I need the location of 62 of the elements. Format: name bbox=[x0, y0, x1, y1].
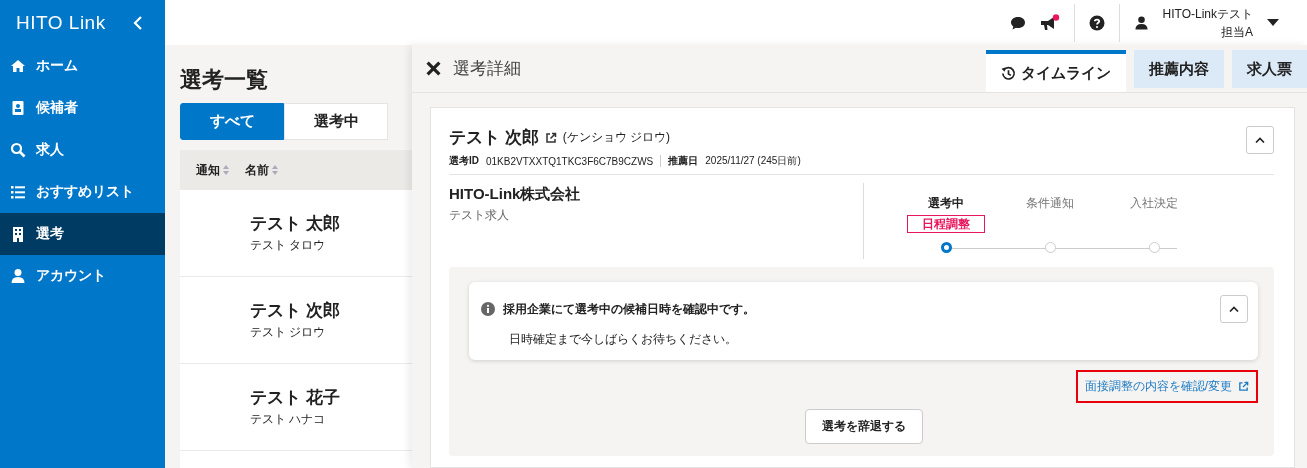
interview-link[interactable]: 面接調整の内容を確認/変更 bbox=[1075, 370, 1258, 403]
nav-item[interactable]: 求人 bbox=[0, 129, 165, 171]
logo: HITO Link bbox=[16, 11, 106, 34]
candidate-kana: テスト ジロウ bbox=[250, 324, 327, 341]
chevron-up-icon bbox=[1255, 137, 1265, 143]
candidate-name: テスト 花子 bbox=[250, 387, 341, 409]
step-label: 条件通知 bbox=[1026, 195, 1074, 212]
close-icon[interactable] bbox=[426, 61, 441, 76]
search-icon bbox=[10, 142, 26, 158]
step-label: 入社決定 bbox=[1130, 195, 1178, 212]
chat-bubble-icon[interactable] bbox=[1009, 14, 1026, 31]
company-name: HITO-Link株式会社 bbox=[449, 185, 582, 204]
panel-title: 選考一覧 bbox=[180, 66, 269, 94]
nav-item[interactable]: おすすめリスト bbox=[0, 171, 165, 213]
detail-tab[interactable]: 求人票 bbox=[1232, 50, 1307, 88]
nav-item[interactable]: 選考 bbox=[0, 213, 165, 255]
list-icon bbox=[10, 184, 26, 200]
date-label: 推薦日 bbox=[668, 154, 699, 168]
help-icon[interactable] bbox=[1088, 14, 1105, 31]
person-icon bbox=[10, 268, 26, 284]
candidate-name: テスト 次郎 bbox=[449, 127, 539, 149]
history-icon bbox=[1001, 65, 1016, 81]
job-title: テスト求人 bbox=[449, 207, 510, 224]
column-header[interactable]: 通知 bbox=[196, 161, 220, 179]
dropdown-caret-icon[interactable] bbox=[1267, 18, 1279, 27]
collapse-chevron-icon[interactable] bbox=[133, 15, 143, 30]
candidate-kana: テスト タロウ bbox=[250, 237, 327, 254]
candidate-name: テスト 太郎 bbox=[250, 213, 341, 235]
detail-tab[interactable]: 推薦内容 bbox=[1134, 50, 1224, 88]
chevron-up-icon bbox=[1229, 306, 1239, 312]
nav-item[interactable]: ホーム bbox=[0, 45, 165, 87]
user-name: HITO-Linkテスト bbox=[1162, 5, 1253, 23]
candidate-kana: (ケンショウ ジロウ) bbox=[562, 129, 671, 146]
external-link-icon bbox=[1238, 381, 1249, 392]
step-label: 選考中 bbox=[928, 195, 964, 212]
panel-title: 選考詳細 bbox=[453, 58, 521, 80]
nav-item[interactable]: 候補者 bbox=[0, 87, 165, 129]
building-icon bbox=[10, 226, 26, 242]
notice-title: 採用企業にて選考中の候補日時を確認中です。 bbox=[503, 300, 756, 318]
info-icon bbox=[481, 302, 495, 316]
status-badge: 日程調整 bbox=[907, 215, 985, 233]
id-card-icon bbox=[10, 100, 26, 116]
home-icon bbox=[10, 58, 26, 74]
filter-tab[interactable]: 選考中 bbox=[284, 103, 388, 140]
user-icon bbox=[1133, 14, 1149, 31]
megaphone-icon[interactable] bbox=[1039, 13, 1060, 32]
detail-tab[interactable]: タイムライン bbox=[986, 50, 1126, 92]
notice-text: 日時確定まで今しばらくお待ちください。 bbox=[509, 331, 738, 348]
external-link-icon[interactable] bbox=[544, 131, 557, 144]
column-header[interactable]: 名前 bbox=[245, 161, 269, 179]
candidate-row[interactable]: テスト 太郎 テスト タロウ bbox=[180, 190, 412, 277]
filter-tab[interactable]: すべて bbox=[180, 103, 284, 140]
recommend-date: 2025/11/27 (245日前) bbox=[705, 154, 801, 168]
decline-button[interactable]: 選考を辞退する bbox=[804, 409, 923, 444]
candidate-row[interactable]: テスト 次郎 テスト ジロウ bbox=[180, 277, 412, 364]
selection-id: 01KB2VTXXTQ1TKC3F6C7B9CZWS bbox=[486, 155, 654, 167]
nav-item[interactable]: アカウント bbox=[0, 255, 165, 297]
candidate-name: テスト 次郎 bbox=[250, 300, 341, 322]
id-label: 選考ID bbox=[449, 154, 479, 168]
user-role: 担当A bbox=[1221, 23, 1253, 41]
candidate-row[interactable]: テスト 花子 テスト ハナコ bbox=[180, 364, 412, 451]
candidate-kana: テスト ハナコ bbox=[250, 411, 327, 428]
